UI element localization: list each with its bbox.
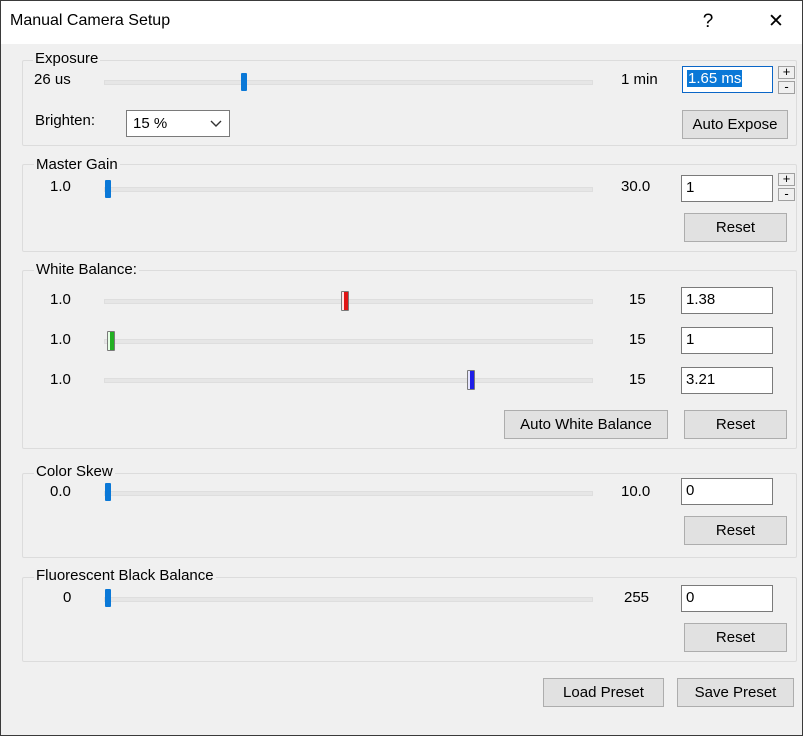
exposure-max-label: 1 min — [621, 71, 658, 88]
save-preset-button[interactable]: Save Preset — [677, 678, 794, 707]
color-skew-slider-thumb[interactable] — [105, 483, 111, 501]
wb-blue-value-field[interactable]: 3.21 — [681, 367, 773, 394]
master-gain-min-label: 1.0 — [50, 178, 71, 195]
color-skew-slider-track[interactable] — [104, 491, 593, 496]
wb-green-slider-track[interactable] — [104, 339, 593, 344]
wb-green-min-label: 1.0 — [50, 331, 71, 348]
master-gain-legend: Master Gain — [34, 156, 120, 173]
color-skew-legend: Color Skew — [34, 463, 115, 480]
wb-red-max-label: 15 — [629, 291, 646, 308]
brighten-dropdown[interactable]: 15 % — [126, 110, 230, 137]
exposure-value-text: 1.65 ms — [687, 70, 743, 87]
auto-white-balance-button[interactable]: Auto White Balance — [504, 410, 668, 439]
window-title: Manual Camera Setup — [10, 12, 171, 29]
master-gain-decrement-button[interactable]: - — [778, 187, 795, 201]
wb-blue-value-text: 3.21 — [686, 371, 716, 388]
master-gain-max-label: 30.0 — [621, 178, 651, 195]
wb-blue-max-label: 15 — [629, 371, 646, 388]
color-skew-value-field[interactable]: 0 — [681, 478, 773, 505]
wb-blue-slider-thumb[interactable] — [467, 370, 475, 390]
exposure-slider-thumb[interactable] — [241, 73, 247, 91]
wb-red-min-label: 1.0 — [50, 291, 71, 308]
fluorescent-legend: Fluorescent Black Balance — [34, 567, 216, 584]
wb-blue-slider-track[interactable] — [104, 378, 593, 383]
color-skew-min-label: 0.0 — [50, 483, 71, 500]
color-skew-reset-button[interactable]: Reset — [684, 516, 787, 545]
title-bar: Manual Camera Setup ? ✕ — [1, 1, 802, 44]
wb-red-value-text: 1.38 — [686, 291, 716, 308]
brighten-value: 15 % — [133, 115, 168, 132]
fluorescent-slider-track[interactable] — [104, 597, 593, 602]
master-gain-value-field[interactable]: 1 — [681, 175, 773, 202]
exposure-min-label: 26 us — [34, 71, 71, 88]
exposure-increment-button[interactable]: + — [778, 65, 795, 79]
exposure-legend: Exposure — [33, 50, 101, 67]
white-balance-legend: White Balance: — [34, 261, 139, 278]
chevron-down-icon — [210, 120, 222, 127]
fluorescent-value-text: 0 — [686, 589, 695, 606]
load-preset-button[interactable]: Load Preset — [543, 678, 664, 707]
exposure-slider-track[interactable] — [104, 80, 593, 85]
master-gain-slider-thumb[interactable] — [105, 180, 111, 198]
master-gain-value-text: 1 — [686, 179, 695, 196]
exposure-value-field[interactable]: 1.65 ms — [682, 66, 773, 93]
master-gain-slider-track[interactable] — [104, 187, 593, 192]
fluorescent-max-label: 255 — [624, 589, 650, 606]
wb-red-value-field[interactable]: 1.38 — [681, 287, 773, 314]
wb-green-slider-thumb[interactable] — [107, 331, 115, 351]
camera-setup-dialog: Manual Camera Setup ? ✕ Exposure 26 us 1… — [0, 0, 803, 736]
exposure-decrement-button[interactable]: - — [778, 80, 795, 94]
fluorescent-reset-button[interactable]: Reset — [684, 623, 787, 652]
close-icon[interactable]: ✕ — [759, 7, 793, 37]
fluorescent-value-field[interactable]: 0 — [681, 585, 773, 612]
auto-expose-button[interactable]: Auto Expose — [682, 110, 788, 139]
fluorescent-slider-thumb[interactable] — [105, 589, 111, 607]
color-skew-value-text: 0 — [686, 482, 695, 499]
master-gain-increment-button[interactable]: + — [778, 172, 795, 186]
master-gain-reset-button[interactable]: Reset — [684, 213, 787, 242]
brighten-label: Brighten: — [35, 112, 96, 129]
wb-red-slider-thumb[interactable] — [341, 291, 349, 311]
wb-green-max-label: 15 — [629, 331, 646, 348]
white-balance-reset-button[interactable]: Reset — [684, 410, 787, 439]
color-skew-max-label: 10.0 — [621, 483, 651, 500]
help-icon[interactable]: ? — [691, 7, 725, 37]
wb-green-value-text: 1 — [686, 331, 695, 348]
fluorescent-min-label: 0 — [63, 589, 72, 606]
wb-green-value-field[interactable]: 1 — [681, 327, 773, 354]
wb-blue-min-label: 1.0 — [50, 371, 71, 388]
